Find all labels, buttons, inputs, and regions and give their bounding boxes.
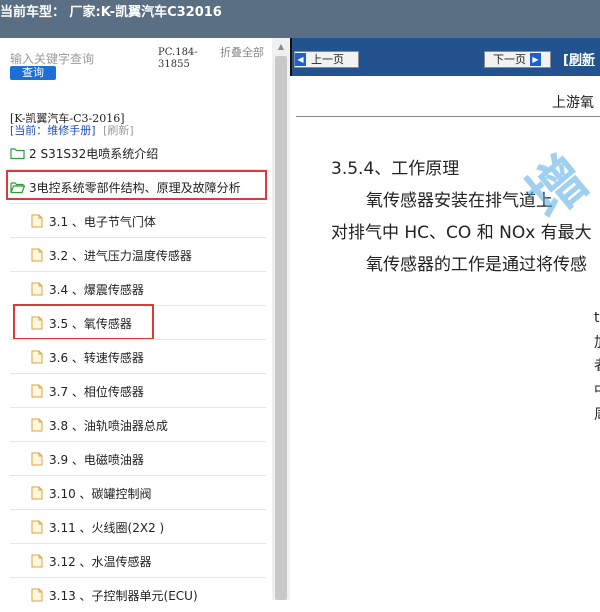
side-fragment: 中 (594, 380, 600, 400)
page-icon (30, 282, 45, 296)
side-fragment: t (594, 310, 600, 326)
collapse-all-link[interactable]: 折叠全部 (220, 47, 264, 59)
tree-item[interactable]: 3.9 、电磁喷油器 (30, 442, 266, 476)
page-icon (30, 418, 45, 432)
side-fragment: 加 (594, 332, 600, 352)
prev-page-label: 上一页 (311, 53, 344, 66)
highlight-box (6, 170, 267, 200)
scroll-thumb[interactable] (275, 56, 287, 600)
page-icon (30, 554, 45, 568)
search-input[interactable] (10, 51, 150, 67)
tree-item-label: 3.7 、相位传感器 (49, 384, 144, 399)
tree-item-label: 3.8 、油轨喷油器总成 (49, 418, 168, 433)
header-rule (296, 116, 600, 117)
tree-item-label: 3.9 、电磁喷油器 (49, 452, 144, 467)
side-fragment: 者 (594, 355, 600, 375)
title-text: 当前车型： 厂家:K-凯翼汽车C32016 (0, 5, 222, 20)
tree-item[interactable]: 3.4 、爆震传感器 (30, 272, 266, 306)
next-page-button[interactable]: 下一页 ▶ (484, 51, 551, 68)
tree-item[interactable]: 3.1 、电子节气门体 (30, 204, 266, 238)
next-page-label: 下一页 (493, 53, 526, 66)
tree-item-label: 3.11 、火线圈(2X2 ) (49, 520, 165, 535)
content-refresh-link[interactable]: [刷新 (563, 49, 595, 68)
arrow-left-icon: ◀ (295, 53, 306, 66)
tree-item-label: 3.13 、子控制器单元(ECU) (49, 588, 198, 603)
side-fragment: 周 (594, 404, 600, 424)
page-icon (30, 350, 45, 364)
tree-item[interactable]: 3.8 、油轨喷油器总成 (30, 408, 266, 442)
tree-item[interactable]: 3.6 、转速传感器 (30, 340, 266, 374)
tree-item-label: 3.6 、转速传感器 (49, 350, 144, 365)
tree-item-label: 3.10 、碳罐控制阀 (49, 486, 152, 501)
tree-item[interactable]: 3.2 、进气压力温度传感器 (30, 238, 266, 272)
page-icon (30, 520, 45, 534)
tree-item[interactable]: 3.11 、火线圈(2X2 ) (30, 510, 266, 544)
content-pane (290, 38, 600, 600)
search-button[interactable]: 查询 (10, 66, 56, 80)
tree-item[interactable]: 3.7 、相位传感器 (30, 374, 266, 408)
highlight-box (13, 304, 154, 340)
doc-subheader: 上游氧 (552, 95, 594, 111)
tree-item[interactable]: 3.12 、水温传感器 (30, 544, 266, 578)
tree-folder-label: 2 S31S32电喷系统介绍 (29, 146, 159, 161)
page-icon (30, 452, 45, 466)
section-heading: 3.5.4、工作原理 (331, 159, 460, 179)
pc-code: PC.184-31855 (158, 47, 198, 70)
page-icon (30, 384, 45, 398)
scroll-up-icon[interactable]: ▲ (276, 42, 286, 52)
tree-item-label: 3.4 、爆震传感器 (49, 282, 144, 297)
tree-item-label: 3.1 、电子节气门体 (49, 214, 156, 229)
folder-icon (10, 146, 25, 160)
tree-folder-2[interactable]: 2 S31S32电喷系统介绍 (10, 136, 266, 170)
tree-item[interactable]: 3.10 、碳罐控制阀 (30, 476, 266, 510)
prev-page-button[interactable]: ◀ 上一页 (294, 51, 359, 68)
title-bar: 当前车型： 厂家:K-凯翼汽车C32016 (0, 0, 600, 38)
page-icon (30, 214, 45, 228)
doc-paragraph: 氧传感器的工作是通过将传感 (366, 255, 587, 275)
page-icon (30, 486, 45, 500)
tree-item-label: 3.2 、进气压力温度传感器 (49, 248, 192, 263)
tree-item[interactable]: 3.13 、子控制器单元(ECU) (30, 578, 266, 612)
page-icon (30, 248, 45, 262)
arrow-right-icon: ▶ (530, 53, 541, 66)
tree-item-label: 3.12 、水温传感器 (49, 554, 152, 569)
